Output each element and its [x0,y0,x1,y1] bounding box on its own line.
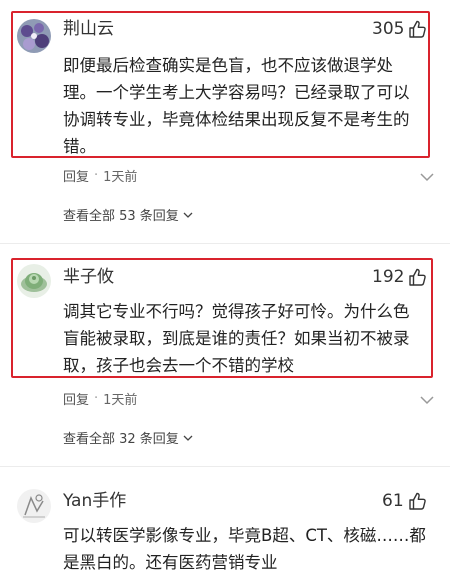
comment-line: 盲能被录取，到底是谁的责任？如果当初不被录 [63,329,410,348]
comment-line: 错。 [63,137,96,156]
comment-text: 调其它专业不行吗？觉得孩子好可怜。为什么色 盲能被录取，到底是谁的责任？如果当初… [63,298,410,379]
like-button[interactable]: 61 [382,490,428,512]
comment-meta: 回复 · 1天前 [63,166,137,185]
avatar-sketch-icon [17,489,51,523]
comment-line: 协调转专业，毕竟体检结果出现反复不是考生的 [63,110,410,129]
comment-meta: 回复 · 1天前 [63,389,137,408]
username[interactable]: 荆山云 [63,18,114,40]
comment-line: 理。一个学生考上大学容易吗？已经录取了可以 [63,83,410,102]
view-replies-label: 查看全部 53 条回复 [63,209,179,224]
like-count: 305 [372,19,405,39]
comment-text: 可以转医学影像专业，毕竟B超、CT、核磁……都 是黑白的。还有医药营销专业 [63,522,426,576]
comment-line: 取，孩子也会去一个不错的学校 [63,356,294,375]
comment-line: 是黑白的。还有医药营销专业 [63,553,278,572]
chevron-down-icon [183,212,193,218]
comment-time: 1天前 [103,393,138,408]
comment-time: 1天前 [103,170,138,185]
avatar-flowers-icon [17,19,51,53]
reply-button[interactable]: 回复 [63,389,89,408]
view-replies-link[interactable]: 查看全部 32 条回复 [63,428,193,447]
divider [0,243,450,244]
divider [0,466,450,467]
reply-button[interactable]: 回复 [63,166,89,185]
thumbs-up-icon [408,492,426,510]
avatar[interactable] [17,489,51,523]
chevron-down-icon [183,435,193,441]
more-options-icon[interactable] [418,171,436,183]
like-button[interactable]: 305 [372,18,428,40]
thumbs-up-icon [409,268,427,286]
more-options-icon[interactable] [418,394,436,406]
comment-line: 即便最后检查确实是色盲，也不应该做退学处 [63,56,393,75]
view-replies-label: 查看全部 32 条回复 [63,432,179,447]
view-replies-link[interactable]: 查看全部 53 条回复 [63,205,193,224]
comment-text: 即便最后检查确实是色盲，也不应该做退学处 理。一个学生考上大学容易吗？已经录取了… [63,52,410,160]
avatar-succulent-icon [17,264,51,298]
username[interactable]: 芈子攸 [63,266,114,288]
meta-separator: · [94,391,99,406]
like-count: 192 [372,267,405,287]
meta-separator: · [94,168,99,183]
comment-line: 可以转医学影像专业，毕竟B超、CT、核磁……都 [63,526,426,545]
avatar[interactable] [17,264,51,298]
like-count: 61 [382,491,404,511]
username[interactable]: Yan手作 [63,490,126,512]
comment-line: 调其它专业不行吗？觉得孩子好可怜。为什么色 [63,302,410,321]
like-button[interactable]: 192 [372,266,428,288]
thumbs-up-icon [409,20,427,38]
avatar[interactable] [17,19,51,53]
